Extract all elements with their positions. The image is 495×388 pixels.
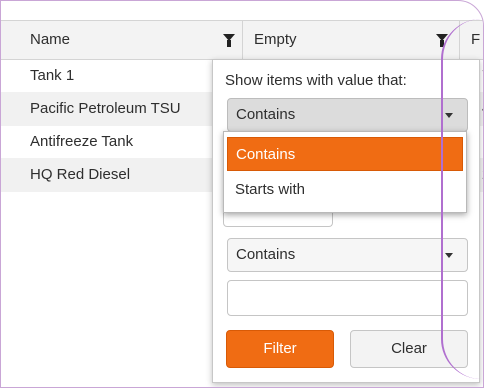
filter-button[interactable]: Filter (226, 330, 334, 368)
dropdown-option-starts-with[interactable]: Starts with (227, 173, 463, 207)
grid-header: Name Empty F (1, 20, 483, 60)
operator-select-1[interactable]: Contains (227, 98, 468, 132)
funnel-icon[interactable] (223, 34, 235, 47)
filter-value-input[interactable] (227, 280, 468, 316)
grid-frame: Name Empty F Tank 1 76 Pacific Petroleum… (0, 0, 484, 388)
row-name-cell: Tank 1 (30, 67, 75, 84)
column-header-third-label: F (471, 31, 481, 48)
operator-select-2-value: Contains (236, 246, 296, 263)
row-name-cell: HQ Red Diesel (30, 166, 131, 183)
dropdown-option-contains[interactable]: Contains (227, 137, 463, 171)
column-header-empty[interactable]: Empty (242, 21, 432, 59)
funnel-icon[interactable] (436, 34, 448, 47)
filter-menu-title: Show items with value that: (225, 72, 407, 89)
clear-button[interactable]: Clear (350, 330, 468, 368)
operator-select-1-value: Contains (236, 106, 296, 123)
column-header-name-label: Name (30, 31, 71, 48)
column-header-name[interactable]: Name (18, 21, 228, 59)
column-header-empty-label: Empty (254, 31, 297, 48)
operator-select-2[interactable]: Contains (227, 238, 468, 272)
row-name-cell: Antifreeze Tank (30, 133, 134, 150)
operator-dropdown-list: Contains Starts with (223, 131, 467, 213)
column-header-third[interactable]: F (459, 21, 483, 59)
caret-down-icon (445, 253, 453, 258)
row-name-cell: Pacific Petroleum TSU (30, 100, 181, 117)
caret-down-icon (445, 113, 453, 118)
